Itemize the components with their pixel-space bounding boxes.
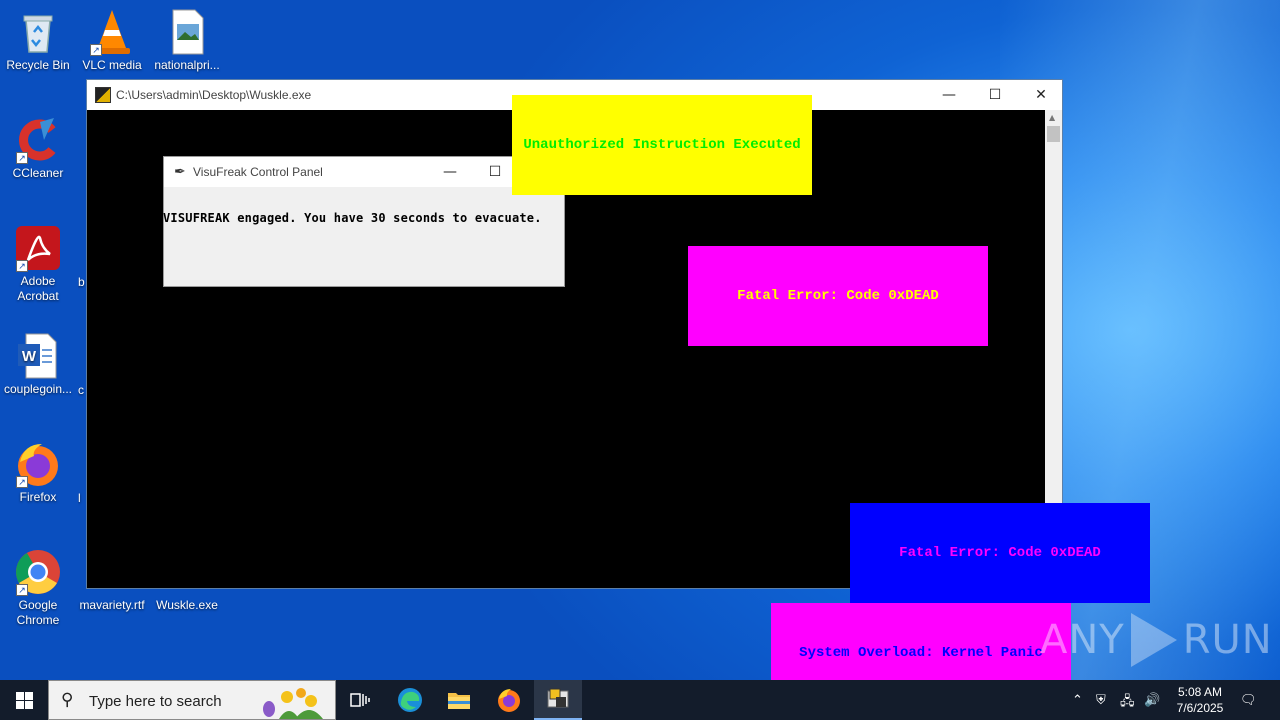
desktop-icon-label: Wuskle.exe — [156, 598, 218, 612]
volume-icon[interactable]: 🔊 — [1144, 692, 1160, 708]
desktop-icon-word-doc[interactable]: W couplegoin... — [0, 332, 76, 397]
desktop-icon-label: couplegoin... — [3, 382, 73, 396]
shortcut-arrow-icon: ↗ — [90, 44, 102, 56]
desktop-icon-label: Google Chrome — [16, 598, 60, 627]
close-button[interactable]: ✕ — [1018, 80, 1064, 110]
windows-logo-icon — [15, 691, 33, 709]
task-view-icon — [350, 693, 370, 707]
taskbar-clock[interactable]: 5:08 AM 7/6/2025 — [1170, 684, 1230, 716]
feather-icon: ✒ — [174, 164, 186, 180]
tray-overflow-chevron-icon[interactable]: ⌃ — [1072, 692, 1083, 708]
python-exe-icon — [547, 688, 569, 708]
watermark-text-right: RUN — [1182, 617, 1273, 663]
desktop-icon-nationalpri[interactable]: nationalpri... — [149, 8, 225, 73]
desktop-icon-vlc[interactable]: ↗ VLC media — [74, 8, 150, 73]
desktop-icon-label: VLC media — [82, 58, 142, 72]
ccleaner-icon: ↗ — [14, 116, 62, 164]
taskbar-search-box[interactable]: ⚲ Type here to search — [48, 680, 336, 720]
firefox-icon — [498, 689, 520, 712]
search-placeholder: Type here to search — [89, 693, 222, 710]
image-file-icon — [163, 8, 211, 56]
firefox-icon: ↗ — [14, 440, 62, 488]
error-popup-fatal-2[interactable]: Fatal Error: Code 0xDEAD — [850, 503, 1150, 603]
desktop-icon-wuskle[interactable]: Wuskle.exe — [149, 590, 225, 613]
watermark-text-left: ANY — [1040, 617, 1125, 663]
shortcut-arrow-icon: ↗ — [16, 152, 28, 164]
python-exe-icon — [95, 87, 111, 103]
scroll-up-arrow-icon[interactable]: ▲ — [1049, 113, 1055, 122]
shortcut-arrow-icon: ↗ — [16, 584, 28, 596]
desktop-icon-label: Firefox — [19, 490, 57, 504]
adobe-acrobat-icon: ↗ — [14, 224, 62, 272]
network-icon[interactable]: 🖧 — [1120, 692, 1135, 714]
desktop-icon-label: Recycle Bin — [6, 58, 70, 72]
recycle-bin-icon — [14, 8, 62, 56]
visufreak-control-panel[interactable]: ✒ VisuFreak Control Panel — ☐ VISUFREAK … — [163, 156, 565, 287]
notification-center-icon[interactable]: 🗨 — [1240, 692, 1257, 708]
taskbar-wuskle-button[interactable] — [534, 680, 582, 720]
panel-title: VisuFreak Control Panel — [193, 165, 323, 179]
desktop-icon-mavariety[interactable]: mavariety.rtf — [74, 590, 150, 613]
anyrun-watermark: ANY RUN — [1040, 608, 1273, 672]
desktop-icon-recycle-bin[interactable]: Recycle Bin — [0, 8, 76, 73]
shortcut-arrow-icon: ↗ — [16, 476, 28, 488]
clock-time: 5:08 AM — [1177, 685, 1223, 699]
search-highlight-flowers-icon — [249, 683, 329, 719]
play-triangle-icon — [1130, 613, 1177, 667]
panel-message: VISUFREAK engaged. You have 30 seconds t… — [163, 211, 542, 225]
maximize-button[interactable]: ☐ — [972, 80, 1018, 110]
desktop-icon-firefox[interactable]: ↗ Firefox — [0, 440, 76, 505]
task-view-button[interactable] — [336, 680, 384, 720]
desktop-icon-adobe-acrobat[interactable]: ↗ Adobe Acrobat — [0, 224, 76, 304]
panel-titlebar[interactable]: ✒ VisuFreak Control Panel — ☐ — [164, 157, 564, 187]
panel-minimize-button[interactable]: — — [427, 157, 473, 187]
scrollbar-thumb[interactable] — [1047, 126, 1060, 142]
tray-defender-icon[interactable]: ⛨ — [1096, 692, 1106, 708]
clock-date: 7/6/2025 — [1176, 701, 1224, 715]
taskbar-file-explorer-button[interactable] — [435, 680, 483, 720]
chrome-icon: ↗ — [14, 548, 62, 596]
vlc-cone-icon: ↗ — [88, 8, 136, 56]
shortcut-arrow-icon: ↗ — [16, 260, 28, 272]
desktop-icon-label: mavariety.rtf — [79, 598, 145, 612]
console-title: C:\Users\admin\Desktop\Wuskle.exe — [116, 88, 312, 102]
desktop-icon-label: nationalpri... — [154, 58, 220, 72]
folder-icon — [448, 693, 470, 709]
taskbar-firefox-button[interactable] — [485, 680, 533, 720]
error-popup-unauthorized[interactable]: Unauthorized Instruction Executed — [512, 95, 812, 195]
minimize-button[interactable]: — — [926, 80, 972, 110]
edge-icon — [398, 688, 422, 712]
desktop-icon-google-chrome[interactable]: ↗ Google Chrome — [0, 548, 76, 628]
desktop-icon-ccleaner[interactable]: ↗ CCleaner — [0, 116, 76, 181]
start-button[interactable] — [0, 680, 48, 720]
taskbar-edge-button[interactable] — [386, 680, 434, 720]
taskbar: ⚲ Type here to search ⌃ ⛨ 🖧 🔊 5:08 AM 7/… — [0, 680, 1280, 720]
error-popup-fatal-1[interactable]: Fatal Error: Code 0xDEAD — [688, 246, 988, 346]
desktop-icon-label: CCleaner — [12, 166, 64, 180]
svg-text:W: W — [22, 348, 37, 365]
desktop-icon-label: Adobe Acrobat — [17, 274, 59, 303]
word-document-icon: W — [14, 332, 62, 380]
search-icon: ⚲ — [61, 690, 74, 710]
